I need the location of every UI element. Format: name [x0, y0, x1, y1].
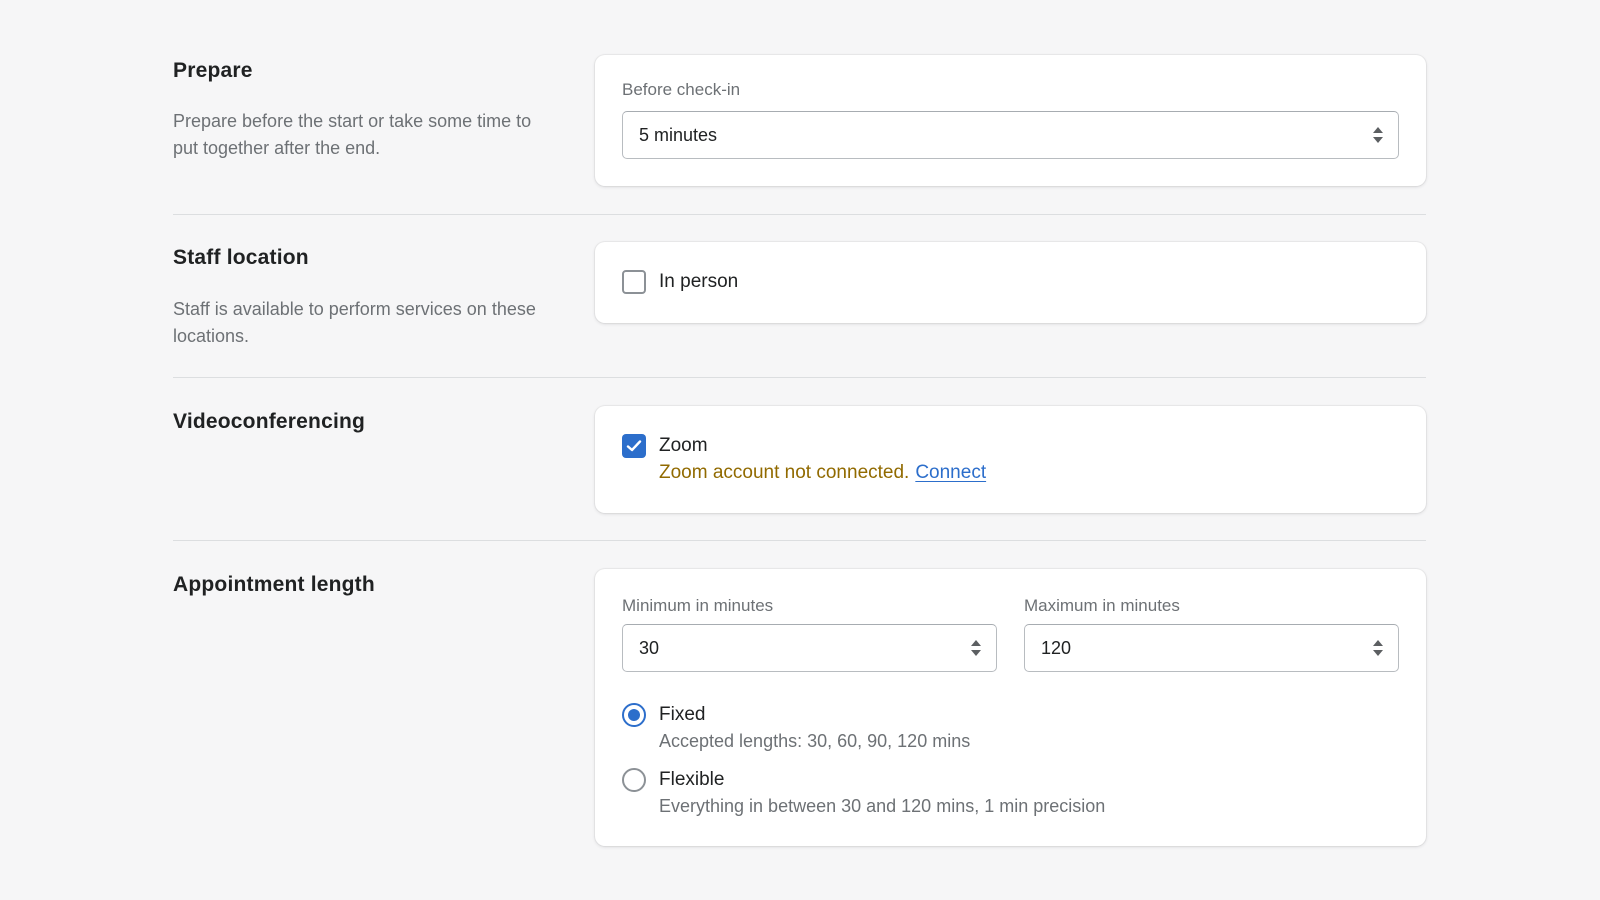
flexible-help-text: Everything in between 30 and 120 mins, 1… — [659, 796, 1106, 816]
minimum-minutes-label: Minimum in minutes — [622, 596, 774, 615]
videoconferencing-section: Videoconferencing Zoom Zoom account not … — [173, 406, 1426, 520]
zoom-warning: Zoom account not connected. Connect — [659, 462, 986, 484]
zoom-warning-text: Zoom account not connected. — [659, 462, 910, 483]
before-checkin-label: Before check-in — [622, 80, 741, 99]
select-arrows-icon — [1373, 127, 1383, 143]
in-person-label[interactable]: In person — [659, 271, 738, 293]
select-arrows-icon — [1373, 640, 1383, 656]
staff-location-card: In person — [595, 242, 1426, 323]
divider — [173, 540, 1426, 541]
staff-location-title: Staff location — [173, 246, 309, 269]
in-person-checkbox[interactable] — [622, 270, 646, 294]
maximum-minutes-select[interactable]: 120 — [1024, 624, 1399, 672]
appointment-length-card: Minimum in minutes 30 Maximum in minutes… — [595, 569, 1426, 846]
maximum-minutes-value: 120 — [1041, 638, 1072, 658]
minimum-minutes-select[interactable]: 30 — [622, 624, 997, 672]
fixed-label[interactable]: Fixed — [659, 704, 705, 726]
divider — [173, 214, 1426, 215]
fixed-radio[interactable] — [622, 703, 646, 727]
prepare-title: Prepare — [173, 59, 253, 82]
maximum-minutes-label: Maximum in minutes — [1024, 596, 1180, 615]
zoom-label[interactable]: Zoom — [659, 435, 708, 457]
divider — [173, 377, 1426, 378]
appointment-length-section: Appointment length Minimum in minutes 30… — [173, 569, 1426, 853]
prepare-description: Prepare before the start or take some ti… — [173, 111, 532, 158]
appointment-length-title: Appointment length — [173, 573, 375, 596]
videoconferencing-title: Videoconferencing — [173, 410, 366, 433]
videoconferencing-card: Zoom Zoom account not connected. Connect — [595, 406, 1426, 513]
minimum-minutes-value: 30 — [639, 638, 660, 658]
prepare-section: Prepare Prepare before the start or take… — [173, 55, 1426, 199]
staff-location-description: Staff is available to perform services o… — [173, 299, 536, 346]
prepare-card: Before check-in 5 minutes — [595, 55, 1426, 186]
zoom-checkbox[interactable] — [622, 434, 646, 458]
connect-link[interactable]: Connect — [915, 462, 986, 483]
before-checkin-select[interactable]: 5 minutes — [622, 111, 1399, 159]
checkmark-icon — [626, 440, 642, 452]
flexible-radio[interactable] — [622, 768, 646, 792]
fixed-help-text: Accepted lengths: 30, 60, 90, 120 mins — [659, 731, 971, 751]
staff-location-section: Staff location Staff is available to per… — [173, 242, 1426, 356]
before-checkin-value: 5 minutes — [639, 125, 718, 145]
flexible-label[interactable]: Flexible — [659, 769, 724, 791]
select-arrows-icon — [971, 640, 981, 656]
